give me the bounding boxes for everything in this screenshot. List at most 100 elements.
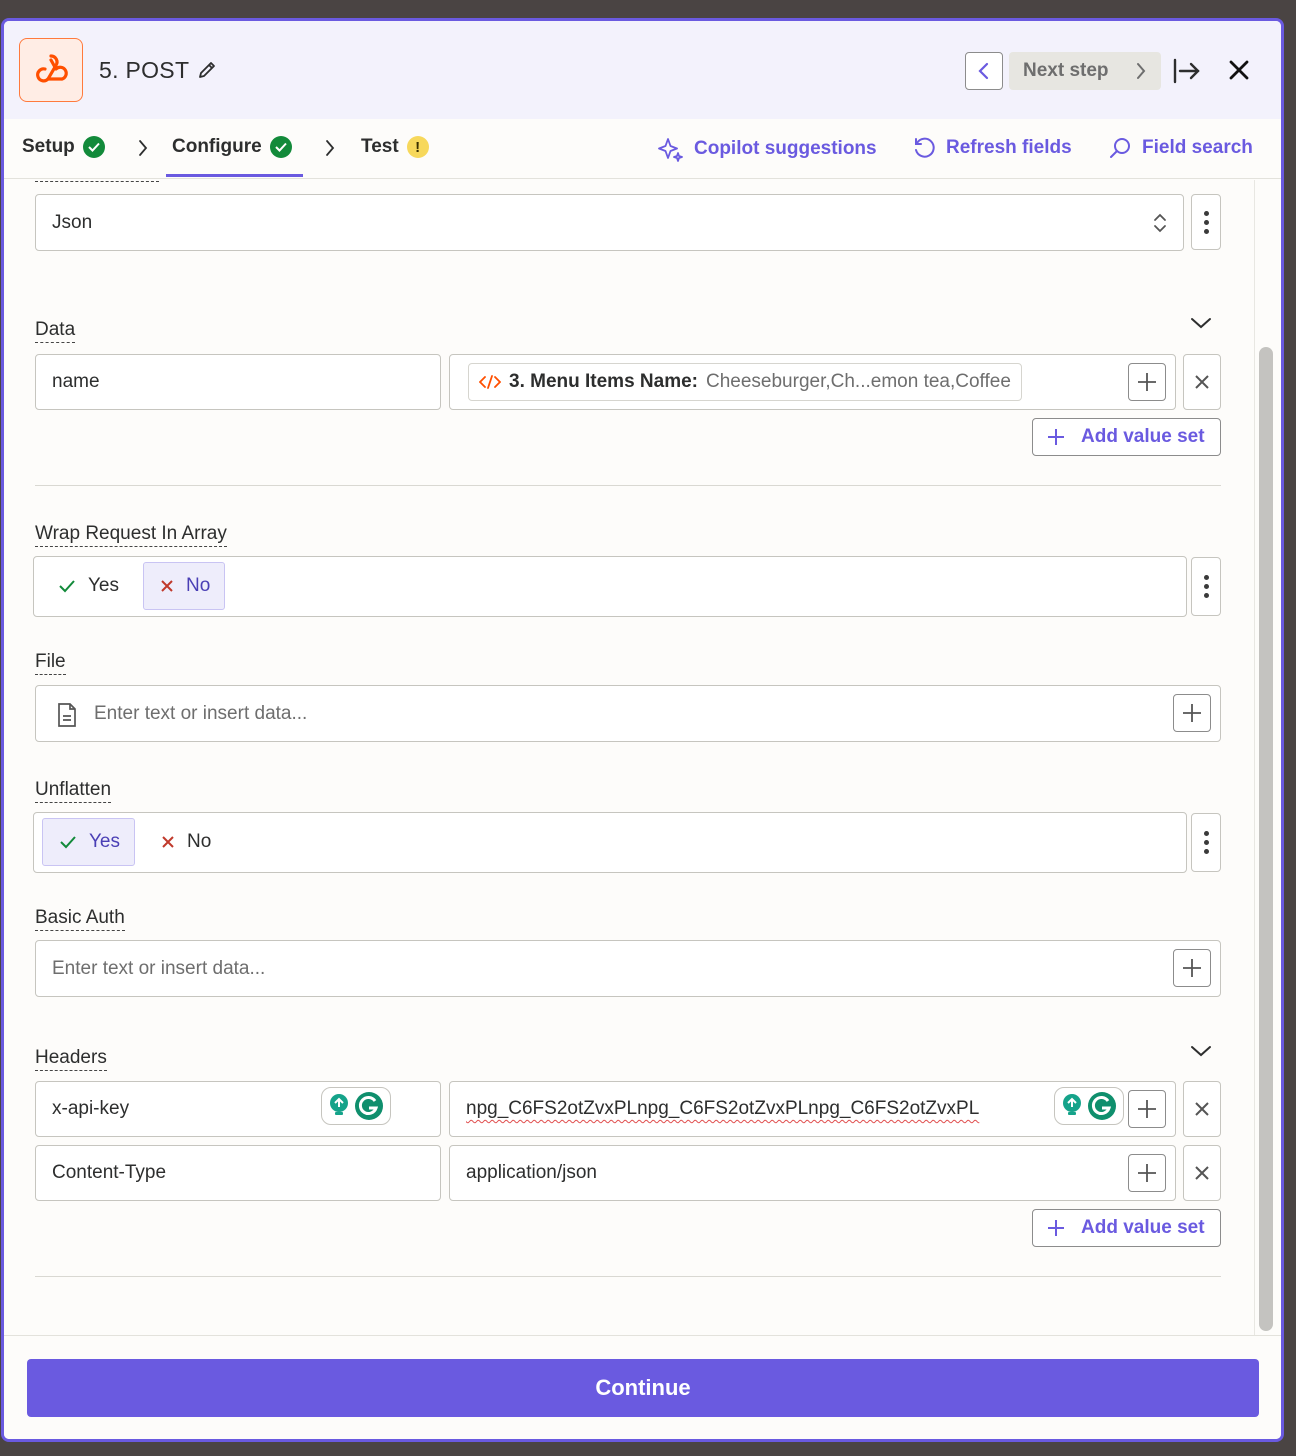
header-value: npg_C6FS2otZvxPLnpg_C6FS2otZvxPLnpg_C6FS… [466,1098,980,1119]
plus-icon [1138,373,1156,391]
basic-auth-input[interactable]: Enter text or insert data... [35,940,1221,997]
x-icon [162,836,174,848]
grammarly-widget[interactable] [321,1087,391,1125]
header-value-input[interactable]: application/json [449,1145,1176,1201]
field-search-button[interactable]: Field search [1108,136,1253,160]
file-input[interactable]: Enter text or insert data... [35,685,1221,742]
chevron-down-icon[interactable] [1190,316,1212,330]
remove-data-row-button[interactable] [1183,354,1221,410]
insert-data-button[interactable] [1128,1154,1166,1192]
chevron-left-icon [978,62,989,80]
close-icon [1195,1102,1209,1116]
headers-add-value-set-button[interactable]: Add value set [1032,1209,1221,1247]
wrap-request-yes-label: Yes [88,575,119,596]
webhook-icon [19,38,83,102]
copilot-suggestions-button[interactable]: Copilot suggestions [658,136,877,162]
remove-header-row-button[interactable] [1183,1145,1221,1201]
unflatten-yes-option[interactable]: Yes [42,818,135,866]
lightbulb-icon [1063,1094,1081,1115]
active-tab-indicator [166,174,303,177]
scroll-track [1254,180,1255,1335]
next-step-label: Next step [1023,60,1109,81]
wrap-request-no-option[interactable]: No [143,562,226,610]
add-value-set-label: Add value set [1081,426,1205,447]
insert-data-button[interactable] [1173,694,1211,732]
chevron-down-icon[interactable] [1190,1044,1212,1058]
step-header: 5. POST Next step [4,21,1281,119]
mapped-field-label: 3. Menu Items Name: [509,371,698,392]
tab-setup[interactable]: Setup [22,136,105,158]
mapped-field-pill[interactable]: 3. Menu Items Name: Cheeseburger,Ch...em… [468,363,1022,401]
next-step-button[interactable]: Next step [1009,52,1161,90]
payload-type-more-button[interactable] [1191,194,1221,250]
wrap-request-toggle: Yes No [33,556,1187,617]
tab-setup-label: Setup [22,136,75,157]
refresh-icon [915,137,935,158]
step-tabs: Setup Configure Test ! Copilot suggestio… [4,119,1281,179]
data-key-value: name [52,371,100,392]
unflatten-no-option[interactable]: No [145,818,225,866]
check-icon [60,836,76,849]
header-key-value: Content-Type [52,1162,167,1183]
header-key-input[interactable]: x-api-key [35,1081,441,1137]
header-value: application/json [466,1162,597,1183]
divider [35,485,1221,486]
header-value-input[interactable]: npg_C6FS2otZvxPLnpg_C6FS2otZvxPLnpg_C6FS… [449,1081,1176,1137]
header-key-input[interactable]: Content-Type [35,1145,441,1201]
payload-type-value: Json [52,211,93,233]
unflatten-more-button[interactable] [1191,813,1221,872]
warning-icon: ! [406,136,429,158]
field-search-label: Field search [1142,137,1253,158]
unflatten-toggle: Yes No [33,812,1187,873]
payload-type-select[interactable]: Json [35,194,1184,251]
continue-button[interactable]: Continue [27,1359,1259,1417]
sort-arrows-icon [1154,213,1166,233]
step-title: 5. POST [99,57,190,83]
plus-icon [1183,959,1201,977]
refresh-fields-button[interactable]: Refresh fields [912,136,1072,160]
data-key-input[interactable]: name [35,354,441,410]
close-icon[interactable] [1228,59,1250,86]
scrollbar-thumb[interactable] [1259,347,1273,1331]
remove-header-row-button[interactable] [1183,1081,1221,1137]
grammarly-icon [1088,1092,1116,1120]
header-key-value: x-api-key [52,1098,130,1119]
divider [35,1276,1221,1277]
refresh-fields-label: Refresh fields [946,137,1072,158]
check-circle-icon [82,136,105,158]
wrap-request-label: Wrap Request In Array [35,523,227,547]
previous-step-button[interactable] [965,52,1003,90]
mapped-field-value: Cheeseburger,Ch...emon tea,Coffee [706,371,1011,392]
file-label: File [35,651,66,675]
grammarly-widget[interactable] [1054,1087,1124,1125]
plus-icon [1138,1100,1156,1118]
insert-data-button[interactable] [1128,1090,1166,1128]
chevron-right-icon [326,140,335,156]
data-value-input[interactable]: 3. Menu Items Name: Cheeseburger,Ch...em… [449,354,1176,410]
tab-configure[interactable]: Configure [172,136,292,158]
check-circle-icon [269,136,292,158]
headers-label: Headers [35,1047,107,1071]
step-editor-panel: 5. POST Next step Setup Configure Test !… [1,18,1284,1442]
tab-test[interactable]: Test ! [361,136,429,158]
footer: Continue [4,1335,1281,1439]
tab-configure-label: Configure [172,136,262,157]
add-value-set-label: Add value set [1081,1217,1205,1238]
pencil-icon[interactable] [196,59,218,86]
lightbulb-icon [330,1094,348,1115]
check-icon [59,580,75,593]
close-icon [1195,1166,1209,1180]
insert-data-button[interactable] [1128,363,1166,401]
wrap-request-yes-option[interactable]: Yes [42,562,133,610]
data-add-value-set-button[interactable]: Add value set [1032,418,1221,456]
chevron-right-icon [1137,63,1146,79]
sparkle-icon [658,138,683,162]
expand-panel-icon[interactable] [1172,57,1202,90]
wrap-request-more-button[interactable] [1191,557,1221,616]
insert-data-button[interactable] [1173,949,1211,987]
close-icon [1195,375,1209,389]
basic-auth-label: Basic Auth [35,907,125,931]
plus-icon [1048,1220,1064,1236]
plus-icon [1138,1164,1156,1182]
form-content: Json Data name 3. Menu Items Name: Chees… [4,180,1281,1335]
